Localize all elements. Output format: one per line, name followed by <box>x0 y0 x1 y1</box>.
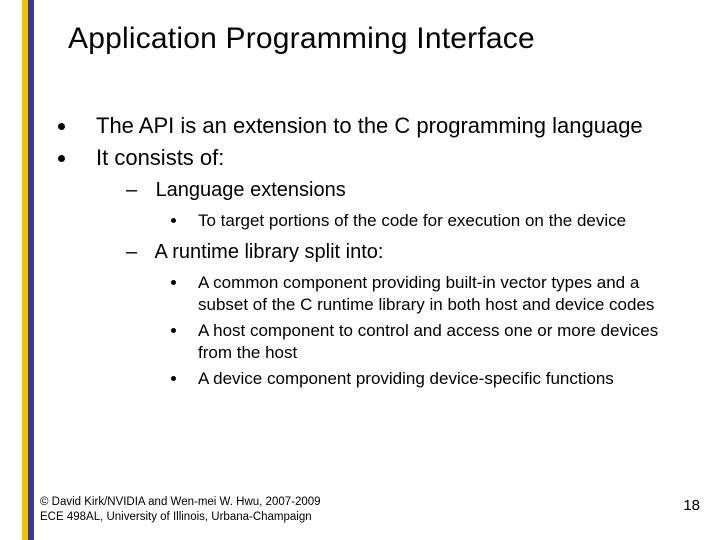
page-number: 18 <box>683 497 700 514</box>
bullet-2-text: It consists of: <box>96 145 224 170</box>
sub-1-text: Language extensions <box>156 179 346 201</box>
sub-2-b: A host component to control and access o… <box>188 320 692 364</box>
slide-title: Application Programming Interface <box>68 22 692 56</box>
bullet-1: The API is an extension to the C program… <box>78 112 692 140</box>
sub-1: Language extensions To target portions o… <box>126 178 692 232</box>
bullet-2: It consists of: Language extensions To t… <box>78 144 692 390</box>
sub-1-a: To target portions of the code for execu… <box>188 210 692 232</box>
footer-line-2: ECE 498AL, University of Illinois, Urban… <box>40 510 321 524</box>
footer-line-1: © David Kirk/NVIDIA and Wen-mei W. Hwu, … <box>40 495 321 509</box>
sub-2-text: A runtime library split into: <box>154 241 383 263</box>
sub-2: A runtime library split into: A common c… <box>126 240 692 390</box>
sub-2-list: A common component providing built-in ve… <box>188 272 692 390</box>
sub-1-list: To target portions of the code for execu… <box>188 210 692 232</box>
sub-2-a: A common component providing built-in ve… <box>188 272 692 316</box>
bullet-list: The API is an extension to the C program… <box>78 112 692 390</box>
footer: © David Kirk/NVIDIA and Wen-mei W. Hwu, … <box>40 495 321 524</box>
sub-2-c: A device component providing device-spec… <box>188 368 692 390</box>
slide-body: Application Programming Interface The AP… <box>0 0 720 540</box>
sub-list: Language extensions To target portions o… <box>126 178 692 390</box>
